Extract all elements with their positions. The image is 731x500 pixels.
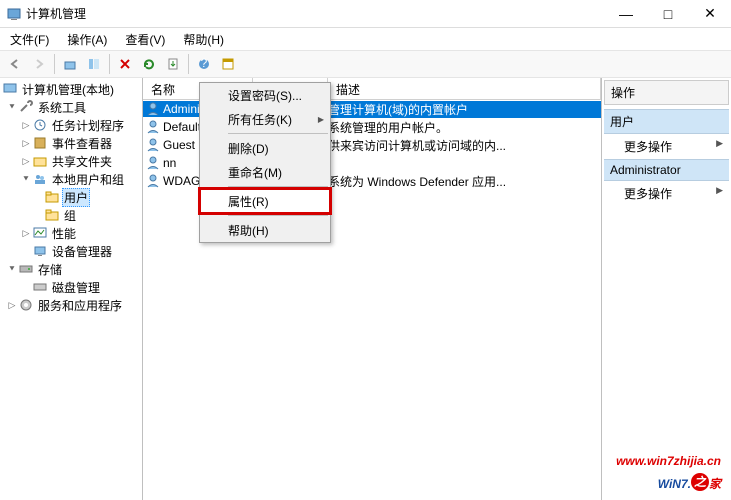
context-setpassword[interactable]: 设置密码(S)... xyxy=(200,83,330,107)
user-icon xyxy=(145,101,161,117)
toolbar: ? xyxy=(0,50,731,78)
context-delete[interactable]: 删除(D) xyxy=(200,136,330,160)
tree-localusers[interactable]: ⯆本地用户和组 xyxy=(0,170,142,188)
folder-icon xyxy=(44,207,60,223)
show-hide-button[interactable] xyxy=(83,53,105,75)
expander-icon[interactable]: ⯆ xyxy=(20,174,32,185)
watermark: www.win7zhijia.cn WiN7.之家 xyxy=(616,454,721,494)
folder-icon xyxy=(44,189,60,205)
menubar: 文件(F) 操作(A) 查看(V) 帮助(H) xyxy=(0,28,731,50)
tree-shared[interactable]: ▷共享文件夹 xyxy=(0,152,142,170)
expander-icon[interactable]: ▷ xyxy=(6,300,18,311)
tools-icon xyxy=(18,99,34,115)
user-icon xyxy=(145,173,161,189)
actions-panel: 操作 用户 更多操作 ▶ Administrator 更多操作 ▶ xyxy=(602,78,731,500)
tree-groups[interactable]: 组 xyxy=(0,206,142,224)
watermark-url: www.win7zhijia.cn xyxy=(616,454,721,468)
tree-root[interactable]: 计算机管理(本地) xyxy=(0,80,142,98)
actions-more-1[interactable]: 更多操作 ▶ xyxy=(604,134,729,159)
tree-users[interactable]: 用户 xyxy=(0,188,142,206)
context-menu: 设置密码(S)... 所有任务(K) 删除(D) 重命名(M) 属性(R) 帮助… xyxy=(199,82,331,243)
actions-header: 操作 xyxy=(604,80,729,105)
storage-icon xyxy=(18,261,34,277)
expander-icon[interactable]: ⯆ xyxy=(6,264,18,275)
menu-action[interactable]: 操作(A) xyxy=(61,29,113,50)
export-button[interactable] xyxy=(162,53,184,75)
user-icon xyxy=(145,137,161,153)
context-help[interactable]: 帮助(H) xyxy=(200,218,330,242)
watermark-logo: WiN7.之家 xyxy=(616,468,721,494)
help-button[interactable]: ? xyxy=(193,53,215,75)
up-button[interactable] xyxy=(59,53,81,75)
delete-button[interactable] xyxy=(114,53,136,75)
actions-more-2[interactable]: 更多操作 ▶ xyxy=(604,181,729,206)
tree-tasksched[interactable]: ▷任务计划程序 xyxy=(0,116,142,134)
device-icon xyxy=(32,243,48,259)
user-desc: 系统为 Windows Defender 应用... xyxy=(328,173,601,190)
app-icon xyxy=(6,6,22,22)
window-title: 计算机管理 xyxy=(26,5,86,22)
close-button[interactable]: ✕ xyxy=(689,0,731,28)
menu-separator xyxy=(228,186,328,187)
event-icon xyxy=(32,135,48,151)
user-name: nn xyxy=(163,156,176,170)
tree-panel: 计算机管理(本地) ⯆系统工具 ▷任务计划程序 ▷事件查看器 ▷共享文件夹 ⯆本… xyxy=(0,78,143,500)
svg-text:?: ? xyxy=(201,57,208,70)
expander-icon[interactable]: ▷ xyxy=(20,228,32,239)
back-button[interactable] xyxy=(4,53,26,75)
menu-help[interactable]: 帮助(H) xyxy=(177,29,230,50)
perf-icon xyxy=(32,225,48,241)
tree-diskmgmt[interactable]: 磁盘管理 xyxy=(0,278,142,296)
tree-perf[interactable]: ▷性能 xyxy=(0,224,142,242)
titlebar: 计算机管理 ― □ ✕ xyxy=(0,0,731,28)
user-desc: 供来宾访问计算机或访问域的内... xyxy=(328,137,601,154)
context-properties[interactable]: 属性(R) xyxy=(200,189,330,213)
tree-services[interactable]: ▷服务和应用程序 xyxy=(0,296,142,314)
user-desc: 系统管理的用户帐户。 xyxy=(328,119,601,136)
properties-button[interactable] xyxy=(217,53,239,75)
services-icon xyxy=(18,297,34,313)
tree-eventviewer[interactable]: ▷事件查看器 xyxy=(0,134,142,152)
users-group-icon xyxy=(32,171,48,187)
minimize-button[interactable]: ― xyxy=(605,0,647,28)
user-icon xyxy=(145,155,161,171)
menu-view[interactable]: 查看(V) xyxy=(119,29,171,50)
menu-file[interactable]: 文件(F) xyxy=(4,29,55,50)
context-alltasks[interactable]: 所有任务(K) xyxy=(200,107,330,131)
col-desc[interactable]: 描述 xyxy=(328,78,601,99)
clock-icon xyxy=(32,117,48,133)
refresh-button[interactable] xyxy=(138,53,160,75)
user-icon xyxy=(145,119,161,135)
actions-group-admin: Administrator xyxy=(604,159,729,181)
expander-icon[interactable]: ▷ xyxy=(20,138,32,149)
expander-icon[interactable]: ▷ xyxy=(20,156,32,167)
actions-group-users: 用户 xyxy=(604,109,729,134)
expander-icon[interactable]: ⯆ xyxy=(6,102,18,113)
disk-icon xyxy=(32,279,48,295)
tree-storage[interactable]: ⯆存储 xyxy=(0,260,142,278)
expander-icon[interactable]: ▷ xyxy=(20,120,32,131)
folder-shared-icon xyxy=(32,153,48,169)
context-rename[interactable]: 重命名(M) xyxy=(200,160,330,184)
menu-separator xyxy=(228,133,328,134)
tree-systools[interactable]: ⯆系统工具 xyxy=(0,98,142,116)
tree-devmgr[interactable]: 设备管理器 xyxy=(0,242,142,260)
user-name: Guest xyxy=(163,138,195,152)
menu-separator xyxy=(228,215,328,216)
user-desc: 管理计算机(域)的内置帐户 xyxy=(328,101,601,118)
computer-icon xyxy=(2,81,18,97)
list-panel: 名称 全名 描述 Administrator管理计算机(域)的内置帐户Defau… xyxy=(143,78,602,500)
maximize-button[interactable]: □ xyxy=(647,0,689,28)
forward-button[interactable] xyxy=(28,53,50,75)
